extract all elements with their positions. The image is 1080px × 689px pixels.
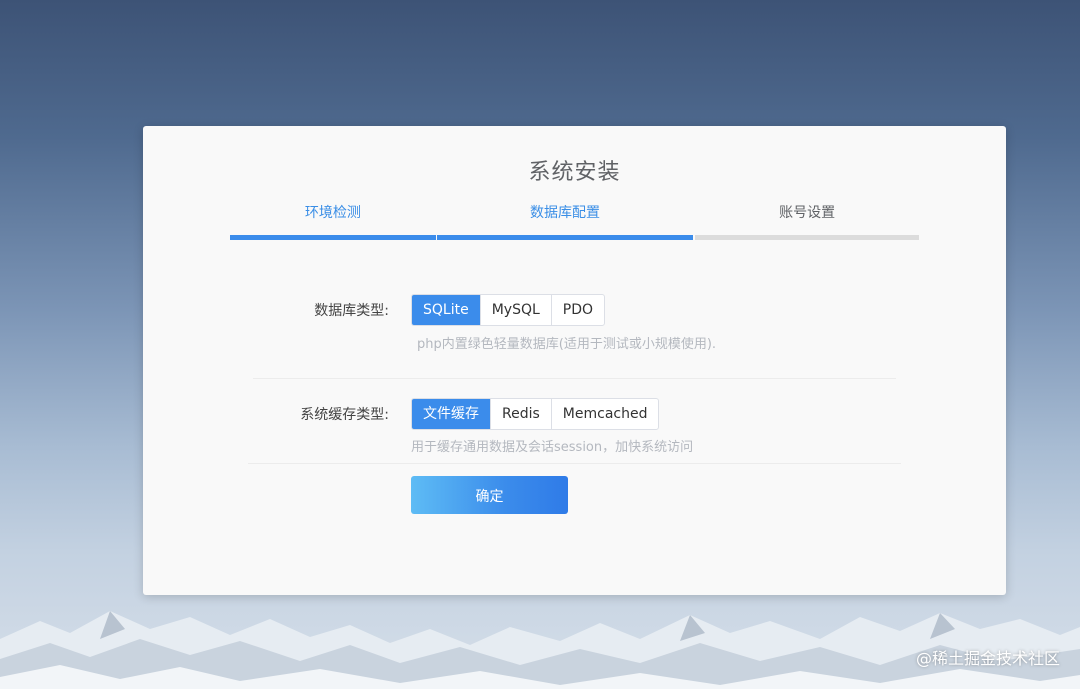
option-file-cache[interactable]: 文件缓存 bbox=[412, 399, 490, 429]
option-redis[interactable]: Redis bbox=[490, 399, 551, 429]
option-mysql[interactable]: MySQL bbox=[479, 295, 551, 325]
step-bar bbox=[230, 235, 436, 240]
cache-type-hint: 用于缓存通用数据及会话session，加快系统访问 bbox=[411, 440, 694, 455]
database-type-label: 数据库类型: bbox=[314, 303, 389, 319]
divider bbox=[253, 378, 896, 379]
option-memcached[interactable]: Memcached bbox=[550, 399, 659, 429]
option-pdo[interactable]: PDO bbox=[550, 295, 604, 325]
cache-type-label: 系统缓存类型: bbox=[300, 407, 389, 423]
install-panel: 系统安装 环境检测 数据库配置 账号设置 数据库类型: SQLite MySQL… bbox=[143, 126, 1006, 595]
step-progress: 环境检测 数据库配置 账号设置 bbox=[230, 204, 919, 240]
option-sqlite[interactable]: SQLite bbox=[412, 295, 480, 325]
step-bar bbox=[436, 235, 694, 240]
page-title: 系统安装 bbox=[528, 160, 621, 185]
step-bar bbox=[695, 235, 919, 240]
divider bbox=[248, 463, 901, 464]
cache-type-selector: 文件缓存 Redis Memcached bbox=[411, 398, 660, 430]
watermark: @稀土掘金技术社区 bbox=[915, 649, 1060, 668]
step-label: 环境检测 bbox=[304, 205, 361, 221]
step-database-config: 数据库配置 bbox=[436, 204, 694, 240]
mountain-background bbox=[0, 611, 1080, 689]
database-type-hint: php内置绿色轻量数据库(适用于测试或小规模使用). bbox=[417, 337, 717, 352]
step-account-settings: 账号设置 bbox=[695, 204, 919, 240]
database-type-selector: SQLite MySQL PDO bbox=[411, 294, 606, 326]
step-label: 数据库配置 bbox=[530, 205, 601, 221]
step-label: 账号设置 bbox=[779, 205, 836, 221]
step-environment-check: 环境检测 bbox=[230, 204, 436, 240]
confirm-button[interactable]: 确定 bbox=[411, 476, 568, 514]
